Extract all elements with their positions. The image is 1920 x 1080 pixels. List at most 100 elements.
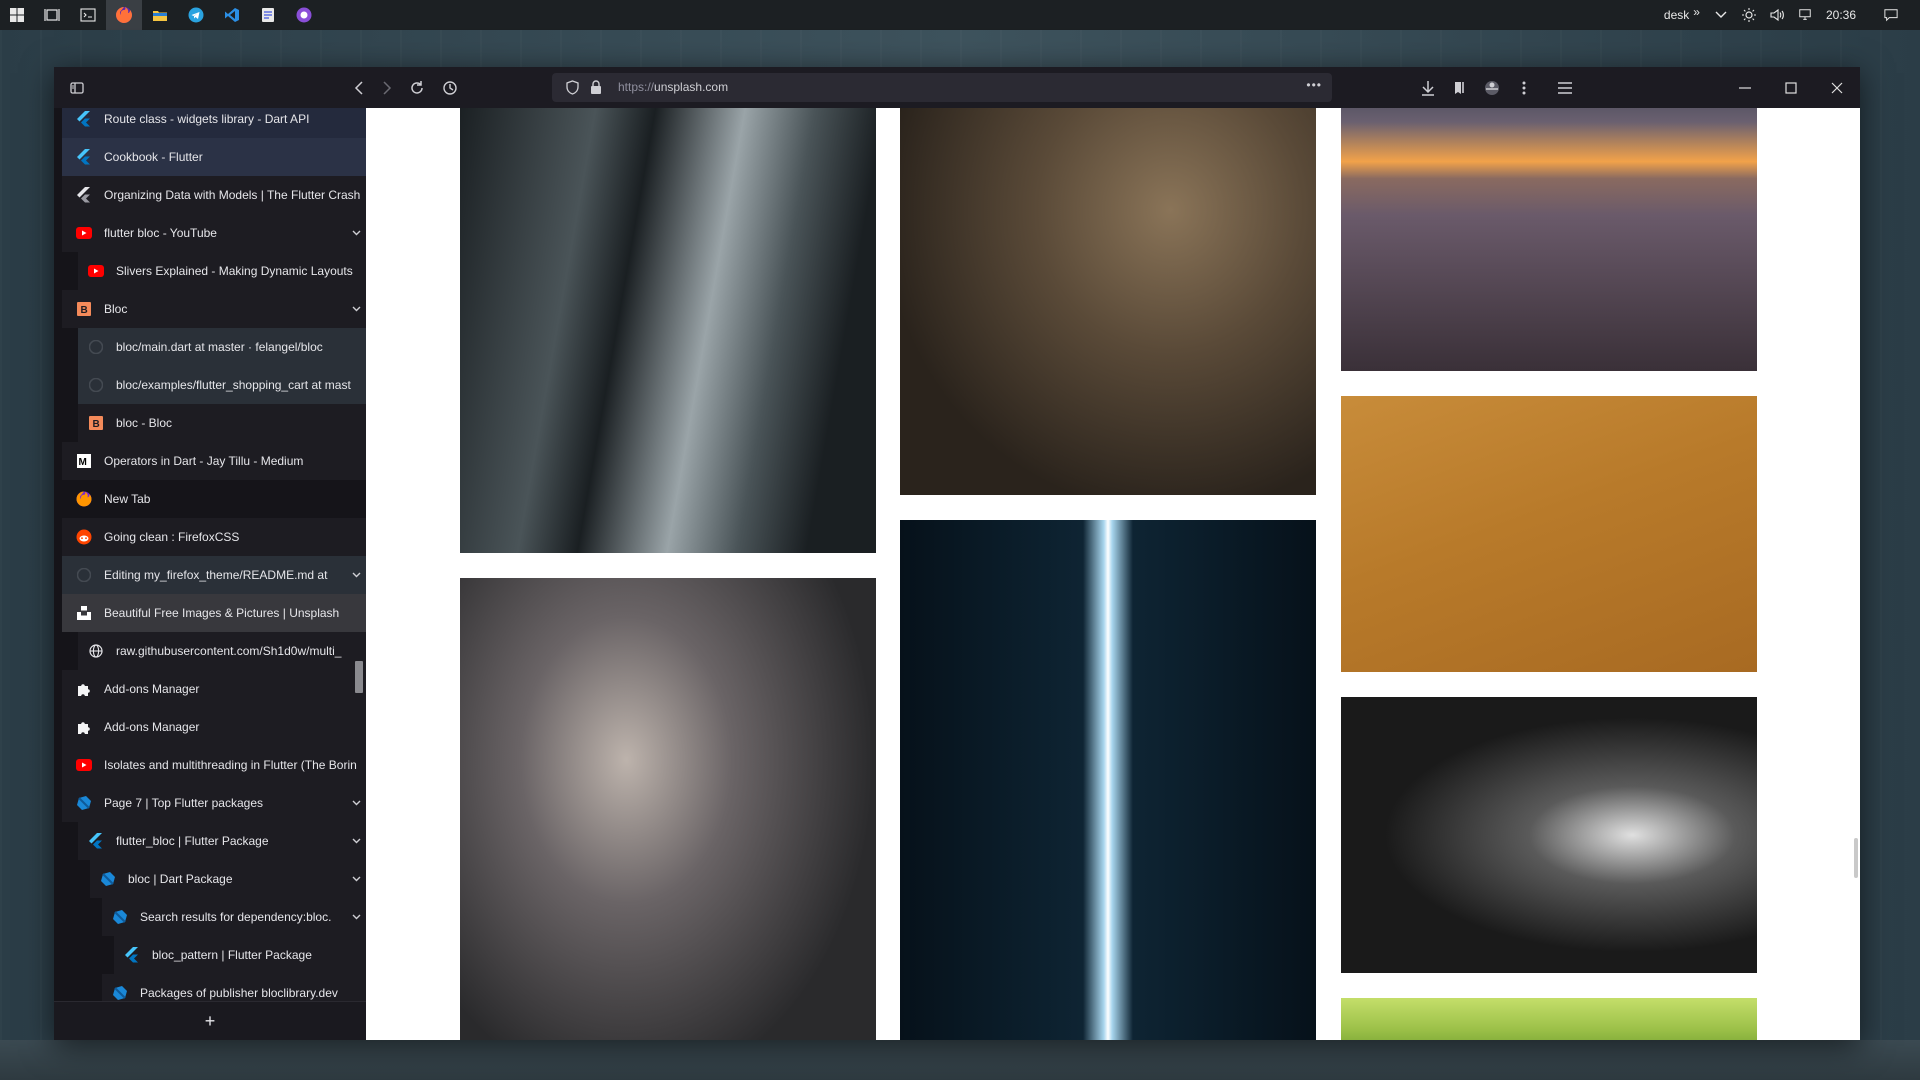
tab-title: Bloc [104, 302, 128, 316]
sidebar-tab-item[interactable]: Add-ons Manager [62, 670, 366, 708]
chevron-down-icon[interactable] [346, 304, 366, 315]
chevron-up-icon[interactable] [1714, 8, 1728, 22]
sidebar-tab-item[interactable]: B Bloc [62, 290, 366, 328]
medium-icon: M [76, 453, 92, 469]
github-icon [88, 339, 104, 355]
back-icon[interactable] [346, 75, 372, 101]
sidebar-scrollbar[interactable] [355, 661, 363, 693]
browser-toolbar: https://unsplash.com ••• [54, 67, 1860, 108]
photo-sunset-grass[interactable] [1341, 108, 1757, 371]
download-icon[interactable] [1415, 75, 1441, 101]
sidebar-tab-item[interactable]: bloc/examples/flutter_shopping_cart at m… [62, 366, 366, 404]
toolbar-overflow-icon[interactable]: » [1693, 5, 1700, 19]
bloc-icon: B [76, 301, 92, 317]
network-icon[interactable] [1798, 8, 1812, 22]
sidebar-tab-item[interactable]: Add-ons Manager [62, 708, 366, 746]
maximize-icon[interactable] [1771, 75, 1811, 101]
task-view-icon[interactable] [34, 0, 70, 30]
sidebar-tab-item[interactable]: Bbloc - Bloc [62, 404, 366, 442]
photo-vintage-camera-hat[interactable] [900, 108, 1316, 495]
volume-icon[interactable] [1770, 8, 1784, 22]
forward-icon[interactable] [374, 75, 400, 101]
sidebar-tab-item[interactable]: Search results for dependency:bloc. [62, 898, 366, 936]
photo-green-trees[interactable] [1341, 998, 1757, 1040]
sidebar-tab-item[interactable]: New Tab [62, 480, 366, 518]
sidebar-tab-item[interactable]: bloc/main.dart at master · felangel/bloc [62, 328, 366, 366]
tab-title: Isolates and multithreading in Flutter (… [104, 758, 357, 772]
sidebar-tab-item[interactable]: Editing my_firefox_theme/README.md at [62, 556, 366, 594]
lock-icon[interactable] [590, 80, 602, 100]
telegram-icon[interactable] [178, 0, 214, 30]
purple-app-icon[interactable] [286, 0, 322, 30]
content-scrollbar[interactable] [1854, 838, 1858, 878]
sidebar-tab-item[interactable]: Isolates and multithreading in Flutter (… [62, 746, 366, 784]
chevron-down-icon[interactable] [346, 570, 366, 581]
shield-icon[interactable] [566, 80, 579, 100]
sidebar-tab-item[interactable]: Organizing Data with Models | The Flutte… [62, 176, 366, 214]
clock-time[interactable]: 20:36 [1826, 8, 1856, 22]
github-icon [88, 377, 104, 393]
kebab-menu-icon[interactable] [1511, 75, 1537, 101]
chevron-down-icon[interactable] [346, 798, 366, 809]
flutter-icon [124, 947, 140, 963]
chevron-down-icon[interactable] [346, 836, 366, 847]
hamburger-menu-icon[interactable] [1552, 75, 1578, 101]
new-tab-button[interactable]: + [54, 1001, 366, 1040]
chevron-down-icon[interactable] [346, 874, 366, 885]
notification-icon[interactable] [1884, 8, 1898, 22]
dart-icon [112, 909, 128, 925]
library-icon[interactable] [1447, 75, 1473, 101]
photo-orange-wall[interactable] [1341, 396, 1757, 672]
youtube-icon [76, 757, 92, 773]
page-actions-icon[interactable]: ••• [1306, 78, 1322, 92]
containers-icon[interactable] [1479, 75, 1505, 101]
sidebar-tab-item[interactable]: Route class - widgets library - Dart API [62, 108, 366, 138]
sidebar-toggle-icon[interactable] [64, 75, 90, 101]
sidebar-tab-item[interactable]: flutter bloc - YouTube [62, 214, 366, 252]
notes-app-icon[interactable] [250, 0, 286, 30]
sidebar-tab-item[interactable]: bloc | Dart Package [62, 860, 366, 898]
tab-title: bloc_pattern | Flutter Package [152, 948, 312, 962]
unsplash-icon [76, 605, 92, 621]
sidebar-tab-item[interactable]: M Operators in Dart - Jay Tillu - Medium [62, 442, 366, 480]
sidebar-tab-item[interactable]: Slivers Explained - Making Dynamic Layou… [62, 252, 366, 290]
reload-icon[interactable] [404, 75, 430, 101]
photo-flowers-camera[interactable] [460, 578, 876, 1040]
vscode-icon[interactable] [214, 0, 250, 30]
chevron-down-icon[interactable] [346, 228, 366, 239]
tab-title: Add-ons Manager [104, 720, 200, 734]
github-icon [76, 567, 92, 583]
photo-bw-sand-dune[interactable] [1341, 697, 1757, 973]
close-icon[interactable] [1817, 75, 1857, 101]
sidebar-tab-item[interactable]: Beautiful Free Images & Pictures | Unspl… [62, 594, 366, 632]
sidebar-tab-item[interactable]: Page 7 | Top Flutter packages [62, 784, 366, 822]
tab-title: bloc/main.dart at master · felangel/bloc [116, 340, 323, 354]
photo-light-beam-person[interactable] [900, 520, 1316, 1040]
plus-icon: + [204, 1010, 216, 1031]
taskbar: desk » 20:36 [0, 0, 1920, 30]
tab-title: Cookbook - Flutter [104, 150, 203, 164]
chevron-down-icon[interactable] [346, 912, 366, 923]
photo-city-buildings[interactable] [460, 108, 876, 553]
url-text[interactable]: https://unsplash.com [618, 80, 728, 94]
sidebar-tab-item[interactable]: raw.githubusercontent.com/Sh1d0w/multi_ [62, 632, 366, 670]
tab-title: Organizing Data with Models | The Flutte… [104, 188, 361, 202]
firefox-icon[interactable] [106, 0, 142, 30]
flutter-icon [88, 833, 104, 849]
tab-title: flutter bloc - YouTube [104, 226, 217, 240]
desktop-name-label: desk [1663, 8, 1690, 22]
brightness-icon[interactable] [1741, 8, 1756, 22]
sidebar-tab-item[interactable]: Going clean : FirefoxCSS [62, 518, 366, 556]
sidebar-tab-item[interactable]: Cookbook - Flutter [62, 138, 366, 176]
minimize-icon[interactable] [1725, 75, 1765, 101]
history-icon[interactable] [437, 75, 463, 101]
tab-title: Going clean : FirefoxCSS [104, 530, 240, 544]
url-domain: unsplash.com [654, 80, 729, 94]
url-bar[interactable]: https://unsplash.com ••• [552, 73, 1332, 102]
file-explorer-icon[interactable] [142, 0, 178, 30]
tab-title: bloc | Dart Package [128, 872, 233, 886]
sidebar-tab-item[interactable]: flutter_bloc | Flutter Package [62, 822, 366, 860]
terminal-icon[interactable] [70, 0, 106, 30]
sidebar-tab-item[interactable]: bloc_pattern | Flutter Package [62, 936, 366, 974]
windows-start-icon[interactable] [0, 0, 34, 30]
